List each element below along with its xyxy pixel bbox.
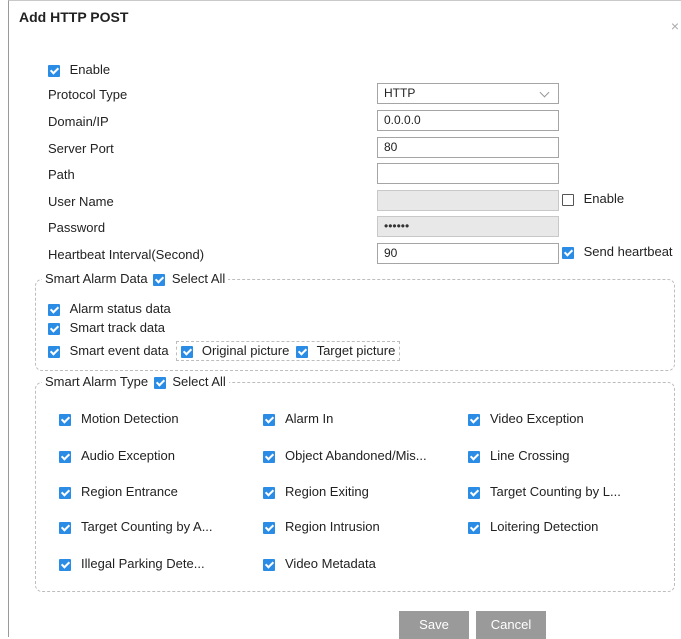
target-counting-line-label: Target Counting by L...: [490, 484, 621, 499]
alarm-type-item[interactable]: Audio Exception: [59, 448, 175, 464]
protocol-type-label: Protocol Type: [48, 87, 128, 102]
alarm-type-item[interactable]: Illegal Parking Dete...: [59, 556, 205, 572]
add-http-post-dialog: Add HTTP POST × Enable Protocol Type Dom…: [8, 0, 681, 639]
target-counting-area-checkbox[interactable]: [59, 521, 71, 534]
cancel-button[interactable]: Cancel: [476, 611, 546, 639]
alarm-type-item[interactable]: Object Abandoned/Mis...: [263, 448, 427, 464]
save-button[interactable]: Save: [399, 611, 469, 639]
auth-enable-checkbox[interactable]: [562, 193, 574, 206]
enable-checkbox[interactable]: [48, 64, 60, 77]
object-abandoned-checkbox[interactable]: [263, 450, 275, 463]
region-intrusion-checkbox[interactable]: [263, 521, 275, 534]
close-icon[interactable]: ×: [671, 19, 679, 33]
region-exiting-label: Region Exiting: [285, 484, 369, 499]
smart-event-data-label: Smart event data: [69, 343, 169, 358]
target-counting-line-checkbox[interactable]: [468, 486, 480, 499]
line-crossing-checkbox[interactable]: [468, 450, 480, 463]
object-abandoned-label: Object Abandoned/Mis...: [285, 448, 427, 463]
audio-exception-checkbox[interactable]: [59, 450, 71, 463]
video-exception-label: Video Exception: [490, 411, 584, 426]
alarm-type-item[interactable]: Loitering Detection: [468, 519, 598, 535]
alarm-type-item[interactable]: Video Exception: [468, 411, 584, 427]
smart-event-data-checkbox[interactable]: [48, 345, 60, 358]
user-name-input[interactable]: [377, 190, 559, 211]
domain-ip-label: Domain/IP: [48, 114, 109, 129]
smart-track-data-row[interactable]: Smart track data: [48, 320, 165, 336]
picture-options-box: Original picture Target picture: [176, 341, 401, 361]
alarm-type-item[interactable]: Video Metadata: [263, 556, 376, 572]
path-input[interactable]: [377, 163, 559, 184]
domain-ip-input[interactable]: 0.0.0.0: [377, 110, 559, 131]
smart-alarm-type-select-all-label: Select All: [172, 374, 226, 389]
auth-enable-label: Enable: [583, 191, 625, 206]
send-heartbeat-label: Send heartbeat: [583, 244, 673, 259]
original-picture-label: Original picture: [201, 343, 290, 358]
smart-alarm-type-select-all-checkbox[interactable]: [153, 376, 166, 389]
alarm-type-item[interactable]: Region Exiting: [263, 484, 369, 500]
alarm-type-item[interactable]: Target Counting by A...: [59, 519, 213, 535]
target-counting-area-label: Target Counting by A...: [81, 519, 213, 534]
smart-track-data-label: Smart track data: [69, 320, 165, 335]
server-port-label: Server Port: [48, 141, 114, 156]
smart-alarm-type-legend: Smart Alarm Type Select All: [42, 374, 229, 390]
alarm-type-item[interactable]: Target Counting by L...: [468, 484, 621, 500]
protocol-type-select[interactable]: HTTP: [377, 83, 559, 104]
loitering-detection-label: Loitering Detection: [490, 519, 599, 534]
send-heartbeat-checkbox[interactable]: [562, 246, 574, 259]
loitering-detection-checkbox[interactable]: [468, 521, 480, 534]
alarm-type-item[interactable]: Region Intrusion: [263, 519, 380, 535]
path-label: Path: [48, 167, 75, 182]
alarm-in-label: Alarm In: [285, 411, 334, 426]
enable-checkbox-row[interactable]: Enable: [48, 62, 110, 78]
user-name-label: User Name: [48, 194, 114, 209]
smart-alarm-data-title: Smart Alarm Data: [45, 271, 148, 286]
send-heartbeat-row[interactable]: Send heartbeat: [562, 244, 673, 260]
dialog-title: Add HTTP POST: [19, 9, 129, 25]
video-metadata-label: Video Metadata: [285, 556, 376, 571]
target-picture-label: Target picture: [316, 343, 396, 358]
protocol-type-value: HTTP: [384, 86, 416, 100]
smart-alarm-data-select-all-checkbox[interactable]: [153, 273, 166, 286]
video-metadata-checkbox[interactable]: [263, 558, 275, 571]
smart-event-data-row[interactable]: Smart event data Original picture Target…: [48, 341, 401, 361]
smart-alarm-data-legend: Smart Alarm Data Select All: [42, 271, 229, 287]
alarm-status-data-row[interactable]: Alarm status data: [48, 301, 171, 317]
original-picture-checkbox[interactable]: [181, 345, 194, 358]
alarm-type-item[interactable]: Region Entrance: [59, 484, 178, 500]
illegal-parking-checkbox[interactable]: [59, 558, 71, 571]
alarm-status-data-label: Alarm status data: [69, 301, 171, 316]
auth-enable-row[interactable]: Enable: [562, 191, 624, 207]
audio-exception-label: Audio Exception: [81, 448, 175, 463]
smart-alarm-type-title: Smart Alarm Type: [45, 374, 149, 389]
alarm-status-data-checkbox[interactable]: [48, 303, 60, 316]
line-crossing-label: Line Crossing: [490, 448, 570, 463]
heartbeat-interval-label: Heartbeat Interval(Second): [48, 247, 205, 262]
alarm-type-item[interactable]: Line Crossing: [468, 448, 570, 464]
region-entrance-checkbox[interactable]: [59, 486, 71, 499]
video-exception-checkbox[interactable]: [468, 413, 480, 426]
server-port-input[interactable]: 80: [377, 137, 559, 158]
motion-detection-label: Motion Detection: [81, 411, 179, 426]
password-label: Password: [48, 220, 106, 235]
password-input[interactable]: ••••••: [377, 216, 559, 237]
enable-label: Enable: [69, 62, 111, 77]
chevron-down-icon: [539, 87, 550, 98]
motion-detection-checkbox[interactable]: [59, 413, 71, 426]
region-exiting-checkbox[interactable]: [263, 486, 275, 499]
region-intrusion-label: Region Intrusion: [285, 519, 380, 534]
alarm-type-item[interactable]: Motion Detection: [59, 411, 179, 427]
alarm-type-item[interactable]: Alarm In: [263, 411, 333, 427]
region-entrance-label: Region Entrance: [81, 484, 178, 499]
target-picture-checkbox[interactable]: [295, 345, 308, 358]
alarm-in-checkbox[interactable]: [263, 413, 275, 426]
smart-track-data-checkbox[interactable]: [48, 322, 60, 335]
illegal-parking-label: Illegal Parking Dete...: [81, 556, 205, 571]
smart-alarm-data-select-all-label: Select All: [171, 271, 226, 286]
heartbeat-interval-input[interactable]: 90: [377, 243, 559, 264]
